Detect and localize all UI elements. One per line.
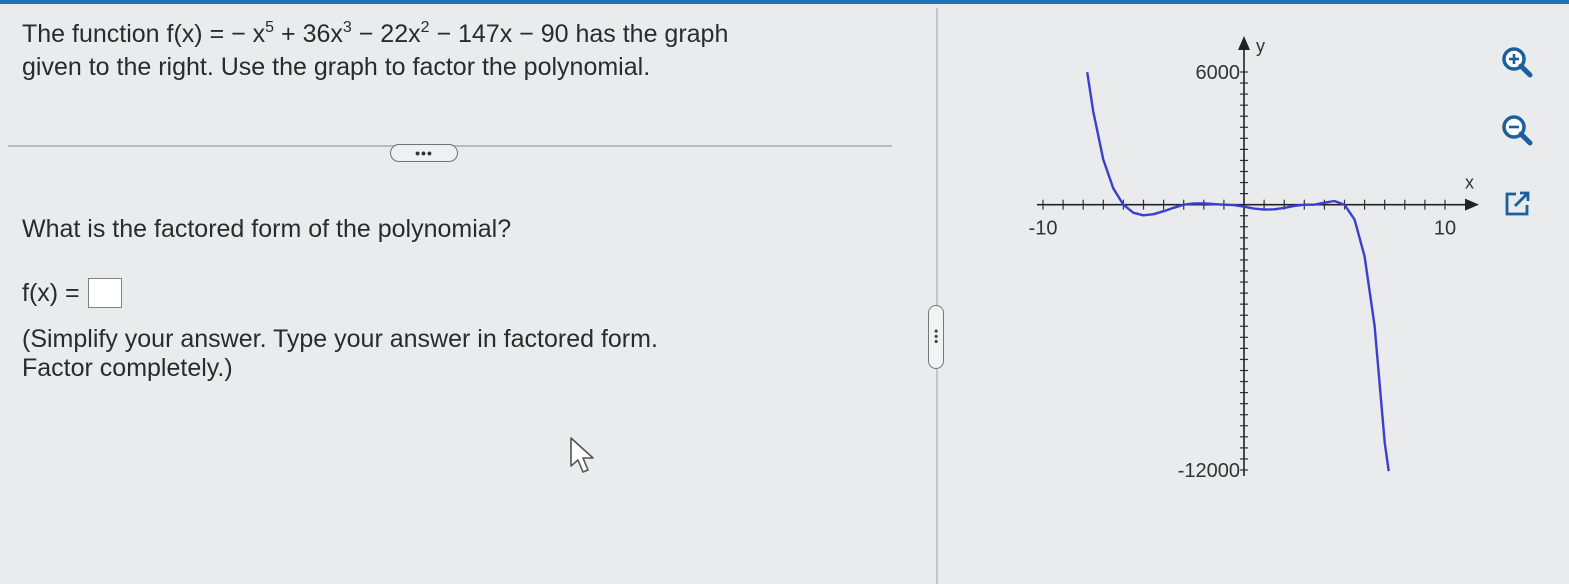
x-axis-label: x bbox=[1465, 173, 1474, 193]
answer-row: f(x) = bbox=[22, 278, 122, 308]
exponent-3: 3 bbox=[342, 19, 352, 36]
zoom-out-icon bbox=[1502, 115, 1533, 146]
mouse-pointer-icon bbox=[570, 437, 594, 473]
answer-instructions: (Simplify your answer. Type your answer … bbox=[22, 325, 658, 383]
pane-divider bbox=[936, 8, 938, 584]
exponent-5: 5 bbox=[265, 19, 275, 36]
problem-line-2: given to the right. Use the graph to fac… bbox=[22, 53, 651, 81]
question-pane: The function f(x) = − x5 + 36x3 − 22x2 −… bbox=[0, 0, 935, 584]
question-text: What is the factored form of the polynom… bbox=[22, 215, 512, 243]
x-axis-arrow bbox=[1465, 198, 1479, 211]
show-more-button[interactable]: ••• bbox=[390, 144, 458, 162]
instructions-line-1: (Simplify your answer. Type your answer … bbox=[22, 325, 658, 353]
problem-term-3: − 22x bbox=[351, 20, 421, 48]
zoom-in-button[interactable] bbox=[1495, 40, 1539, 84]
answer-label: f(x) = bbox=[22, 278, 80, 307]
problem-line-1: The function f(x) = − x5 + 36x3 − 22x2 −… bbox=[22, 18, 902, 51]
y-axis-label: y bbox=[1256, 36, 1265, 56]
y-axis-arrow bbox=[1238, 36, 1250, 50]
zoom-in-icon bbox=[1502, 47, 1533, 78]
x-tick-label-min: -10 bbox=[1029, 218, 1058, 240]
external-link-icon bbox=[1505, 191, 1530, 216]
instructions-line-2: Factor completely.) bbox=[22, 354, 233, 382]
problem-term-4: − 147x − 90 has the graph bbox=[429, 20, 729, 48]
splitter-grip: ••• bbox=[929, 329, 943, 345]
exponent-2: 2 bbox=[420, 19, 430, 36]
function-graph: x y -10 10 6000 -12000 bbox=[1029, 36, 1479, 482]
open-in-new-window-button[interactable] bbox=[1495, 182, 1539, 226]
y-tick-label-min: -12000 bbox=[1178, 460, 1240, 482]
x-tick-label-max: 10 bbox=[1434, 218, 1456, 240]
answer-input[interactable] bbox=[87, 278, 122, 308]
y-tick-label-max: 6000 bbox=[1196, 62, 1241, 84]
problem-term-2: + 36x bbox=[274, 20, 343, 48]
zoom-out-button[interactable] bbox=[1495, 108, 1539, 152]
pane-splitter-handle[interactable]: ••• bbox=[928, 305, 944, 369]
graph-pane: x y -10 10 6000 -12000 bbox=[945, 0, 1569, 584]
problem-statement: The function f(x) = − x5 + 36x3 − 22x2 −… bbox=[22, 18, 902, 84]
function-curve bbox=[1086, 72, 1390, 472]
problem-intro: The function f(x) = − x bbox=[22, 20, 266, 48]
